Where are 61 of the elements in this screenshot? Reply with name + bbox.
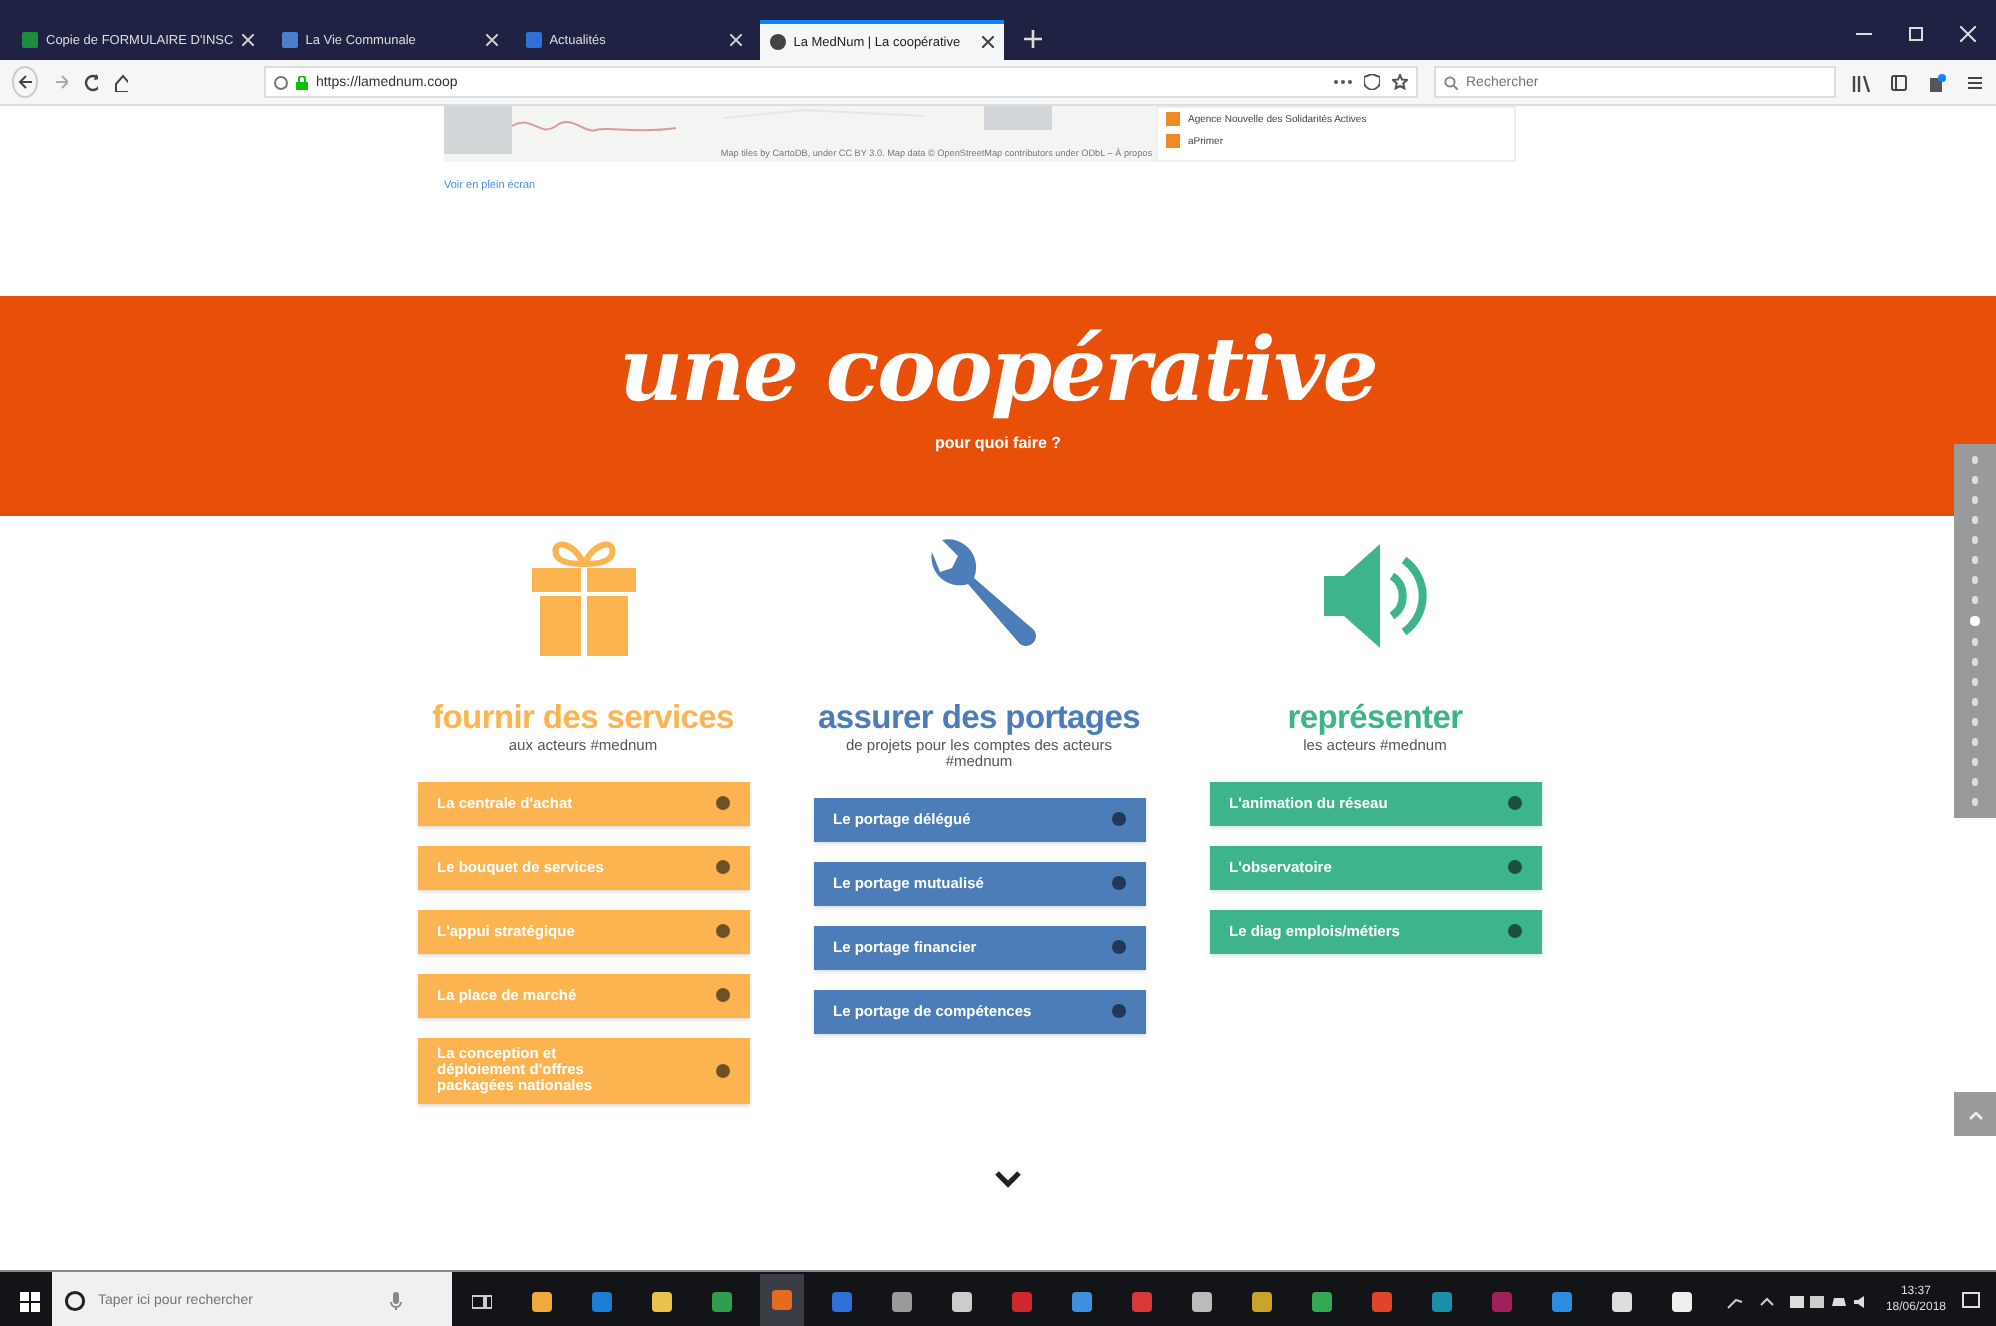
task-view-icon[interactable] — [472, 1293, 492, 1309]
dot-icon — [1111, 940, 1125, 955]
nav-dot[interactable] — [1970, 616, 1980, 625]
nav-dot[interactable] — [1971, 476, 1979, 483]
nav-dot[interactable] — [1971, 758, 1979, 765]
library-icon[interactable] — [1852, 73, 1870, 91]
reload-icon[interactable] — [83, 73, 98, 91]
menu-icon[interactable] — [1966, 73, 1984, 91]
back-button[interactable] — [12, 66, 39, 98]
nav-dot[interactable] — [1971, 678, 1979, 685]
nav-dot[interactable] — [1971, 718, 1979, 725]
microphone-icon[interactable] — [390, 1292, 402, 1310]
dot-icon — [715, 924, 729, 939]
dot-icon — [1507, 860, 1521, 875]
maximize-icon[interactable] — [1908, 26, 1924, 42]
arrow-left-icon — [17, 74, 34, 90]
nav-dot[interactable] — [1971, 576, 1979, 583]
dot-icon — [1507, 924, 1521, 939]
nav-dot[interactable] — [1971, 778, 1979, 785]
close-icon[interactable] — [981, 36, 994, 48]
caret-up-icon — [1967, 1109, 1983, 1119]
system-tray-icon[interactable] — [1789, 1293, 1870, 1309]
dot-icon — [1507, 796, 1521, 811]
notifications-icon[interactable] — [1962, 1292, 1980, 1310]
nav-dot[interactable] — [1971, 798, 1979, 805]
section-heading: fournir des services — [432, 700, 734, 738]
cortana-icon — [64, 1290, 86, 1312]
home-icon[interactable] — [113, 73, 128, 91]
dot-icon — [1111, 812, 1125, 827]
nav-dot[interactable] — [1971, 738, 1979, 745]
dot-icon — [715, 988, 729, 1003]
dot-icon — [715, 796, 729, 811]
nav-dot[interactable] — [1971, 536, 1979, 543]
nav-dot[interactable] — [1971, 516, 1979, 523]
dot-icon — [1111, 876, 1125, 891]
section-heading: assurer des portages — [818, 700, 1140, 738]
windows-start-icon[interactable] — [20, 1291, 40, 1311]
dot-icon — [1111, 1004, 1125, 1019]
new-tab-icon[interactable] — [1023, 30, 1042, 48]
section-heading: représenter — [1287, 700, 1463, 738]
caret-up-icon[interactable] — [1759, 1296, 1774, 1306]
nav-dot[interactable] — [1971, 658, 1979, 665]
nav-dot[interactable] — [1971, 496, 1979, 503]
lock-icon — [295, 75, 308, 89]
dot-icon — [715, 1063, 729, 1078]
info-icon[interactable] — [273, 75, 288, 89]
nav-dot[interactable] — [1971, 456, 1979, 463]
banner-subtitle: pour quoi faire ? — [934, 434, 1062, 452]
more-icon[interactable] — [1334, 74, 1352, 90]
extension-icon[interactable] — [1928, 73, 1946, 91]
banner-title: une coopérative — [619, 320, 1377, 422]
star-icon[interactable] — [1392, 74, 1408, 90]
nav-dot[interactable] — [1971, 638, 1979, 645]
dot-icon — [715, 860, 729, 875]
sidebar-icon[interactable] — [1890, 73, 1908, 91]
nav-dot[interactable] — [1971, 556, 1979, 563]
shield-icon[interactable] — [1364, 74, 1380, 90]
chevron-down-icon[interactable] — [994, 1170, 1022, 1188]
search-icon — [1444, 75, 1458, 89]
nav-dot[interactable] — [1971, 596, 1979, 603]
nav-dot[interactable] — [1971, 698, 1979, 705]
